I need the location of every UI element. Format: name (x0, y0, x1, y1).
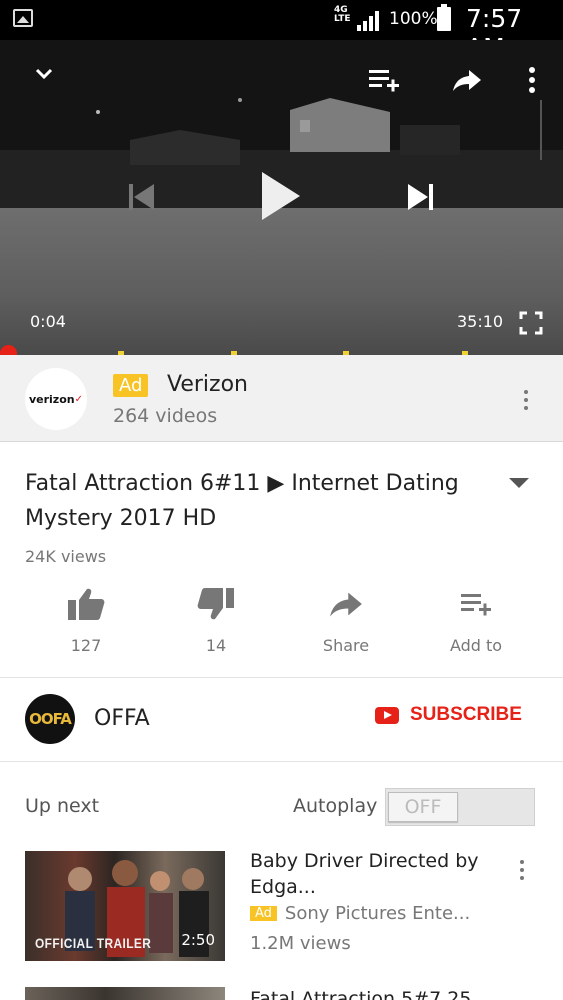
status-bar: 4GLTE 100% 7:57 AM (0, 0, 563, 62)
dislike-button[interactable]: 14 (156, 584, 276, 655)
divider (0, 677, 563, 678)
video-thumbnail[interactable] (25, 987, 225, 1000)
fullscreen-icon[interactable] (518, 310, 544, 336)
video-overlay-band (0, 208, 563, 354)
battery-percent: 100% (389, 9, 438, 29)
share-button[interactable]: Share (286, 584, 406, 655)
battery-icon (437, 4, 451, 31)
skip-previous-icon[interactable] (122, 178, 160, 216)
play-icon[interactable] (255, 168, 305, 224)
share-icon (286, 584, 406, 624)
checkmark-icon: ✓ (74, 393, 83, 405)
video-duration: 2:50 (181, 931, 215, 949)
video-actions: 127 14 Share Add to (20, 584, 550, 664)
subscribe-button[interactable]: SUBSCRIBE (375, 704, 522, 726)
video-title[interactable]: Fatal Attraction 5#7 25 (250, 986, 495, 1000)
like-button[interactable]: 127 (26, 584, 146, 655)
advertiser-name[interactable]: Verizon (167, 372, 248, 397)
autoplay-toggle[interactable]: OFF (385, 788, 535, 826)
advertiser-video-count: 264 videos (113, 405, 218, 427)
autoplay-toggle-state: OFF (388, 792, 458, 822)
channel-name: Sony Pictures Ente... (284, 903, 471, 924)
ad-advertiser-row[interactable]: verizon ✓ Ad Verizon 264 videos (0, 355, 563, 442)
share-icon[interactable] (450, 64, 484, 96)
autoplay-label: Autoplay (293, 795, 378, 817)
expand-description-icon[interactable] (509, 478, 529, 488)
up-next-heading: Up next (25, 795, 100, 817)
advertiser-logo[interactable]: verizon ✓ (25, 368, 87, 430)
more-vert-icon[interactable] (520, 860, 524, 884)
video-views: 1.2M views (250, 933, 351, 954)
ad-badge: Ad (250, 906, 277, 921)
signal-icon (357, 11, 379, 31)
view-count: 24K views (25, 547, 107, 566)
youtube-logo-icon (375, 706, 399, 724)
gallery-notification-icon (13, 9, 33, 27)
video-channel: Ad Sony Pictures Ente... (250, 903, 470, 924)
divider (0, 761, 563, 762)
add-to-playlist-icon[interactable] (366, 64, 402, 96)
dislike-count: 14 (205, 636, 227, 655)
chevron-down-icon[interactable] (30, 60, 58, 88)
video-title[interactable]: Baby Driver Directed by Edga... (250, 848, 495, 900)
like-count: 127 (70, 636, 102, 655)
thumbs-up-icon (26, 584, 146, 624)
video-thumbnail[interactable]: OFFICIAL TRAILER 2:50 (25, 851, 225, 961)
video-title: Fatal Attraction 6#11 ▶ Internet Dating … (25, 471, 459, 531)
video-player[interactable]: 0:04 35:10 (0, 40, 563, 354)
more-vert-icon[interactable] (522, 64, 542, 96)
current-time: 0:04 (30, 312, 66, 331)
thumbs-down-icon (156, 584, 276, 624)
skip-next-icon[interactable] (402, 178, 440, 216)
add-to-label: Add to (449, 636, 503, 655)
thumbnail-caption: OFFICIAL TRAILER (35, 935, 152, 951)
channel-avatar[interactable]: OOFA (25, 694, 75, 744)
share-label: Share (322, 636, 370, 655)
advertiser-logo-text: verizon (28, 392, 75, 406)
network-type-label: 4G LTE (334, 5, 351, 24)
duration: 35:10 (457, 312, 504, 331)
channel-name[interactable]: OFFA (94, 706, 150, 731)
subscribe-label: SUBSCRIBE (410, 704, 522, 725)
ad-badge: Ad (113, 374, 149, 397)
add-to-playlist-icon (416, 584, 536, 624)
more-vert-icon[interactable] (524, 390, 528, 414)
add-to-button[interactable]: Add to (416, 584, 536, 655)
